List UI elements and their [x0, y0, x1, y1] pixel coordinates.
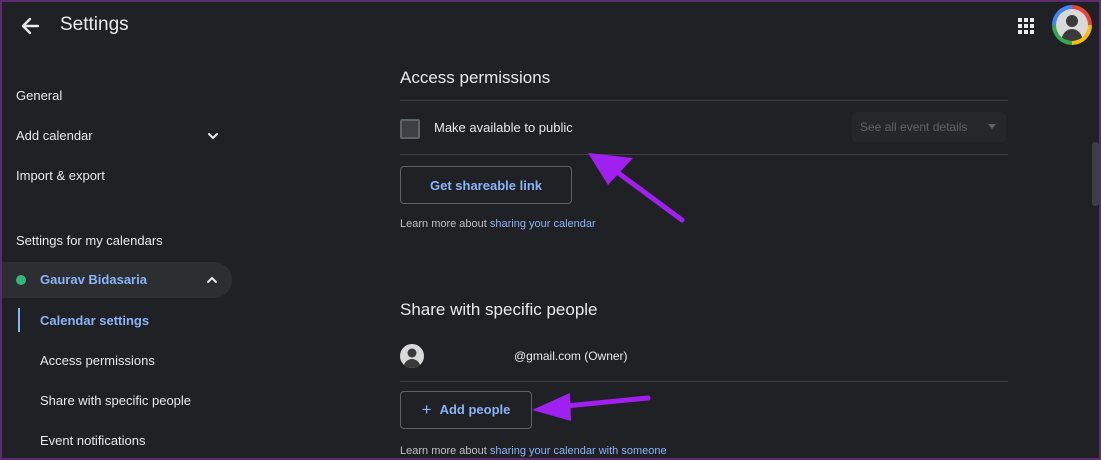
share-people-title: Share with specific people [400, 300, 598, 319]
divider [400, 100, 1008, 101]
sidebar-item-share-people[interactable]: Share with specific people [40, 393, 191, 408]
page-title: Settings [60, 14, 129, 35]
calendar-name: Gaurav Bidasaria [40, 272, 147, 287]
learn-more-prefix: Learn more about [400, 445, 490, 457]
sidebar-item-access-permissions[interactable]: Access permissions [40, 353, 155, 368]
get-shareable-link-button[interactable]: Get shareable link [400, 166, 572, 204]
divider [400, 154, 1008, 155]
sidebar-item-calendar-settings[interactable]: Calendar settings [40, 313, 149, 328]
sharing-with-someone-link[interactable]: sharing your calendar with someone [490, 445, 667, 457]
chevron-up-icon [207, 276, 217, 283]
sidebar-item-event-notifications[interactable]: Event notifications [40, 433, 146, 448]
account-avatar-icon [1056, 9, 1088, 41]
plus-icon: + [421, 400, 432, 419]
access-permissions-title: Access permissions [400, 68, 551, 87]
scrollbar-thumb[interactable] [1092, 142, 1099, 206]
sidebar-item-import-export[interactable]: Import & export [16, 168, 105, 183]
add-people-button[interactable]: + Add people [400, 391, 532, 429]
sidebar-item-add-calendar[interactable]: Add calendar [16, 128, 222, 143]
apps-button[interactable] [1014, 14, 1038, 38]
owner-email: @gmail.com (Owner) [514, 349, 628, 363]
account-avatar-button[interactable] [1052, 5, 1092, 45]
public-checkbox-label: Make available to public [434, 120, 573, 135]
settings-main: Access permissions Make available to pub… [400, 54, 1010, 458]
my-calendars-heading: Settings for my calendars [16, 233, 163, 248]
apps-grid-icon [1018, 18, 1034, 34]
learn-more-share-someone: Learn more about sharing your calendar w… [400, 445, 667, 457]
calendar-color-dot [16, 275, 26, 285]
sidebar-item-general[interactable]: General [16, 88, 62, 103]
active-indicator [18, 308, 20, 332]
top-bar: Settings [2, 2, 1099, 54]
visibility-select-value: See all event details [860, 120, 968, 134]
owner-avatar [400, 344, 424, 368]
chevron-down-icon [208, 133, 218, 140]
learn-more-prefix: Learn more about [400, 218, 490, 230]
back-button[interactable] [16, 12, 44, 40]
arrow-left-icon [21, 17, 40, 35]
caret-down-icon [988, 124, 996, 129]
add-people-label: Add people [439, 402, 511, 417]
sidebar-item-label: Add calendar [16, 128, 93, 143]
sidebar-item-calendar[interactable]: Gaurav Bidasaria [2, 262, 232, 298]
visibility-select[interactable]: See all event details [852, 112, 1006, 142]
divider [400, 381, 1008, 382]
public-checkbox[interactable] [400, 119, 420, 139]
learn-more-sharing: Learn more about sharing your calendar [400, 218, 596, 230]
settings-sidebar: General Add calendar Import & export Set… [2, 54, 242, 458]
sharing-calendar-link[interactable]: sharing your calendar [490, 218, 596, 230]
